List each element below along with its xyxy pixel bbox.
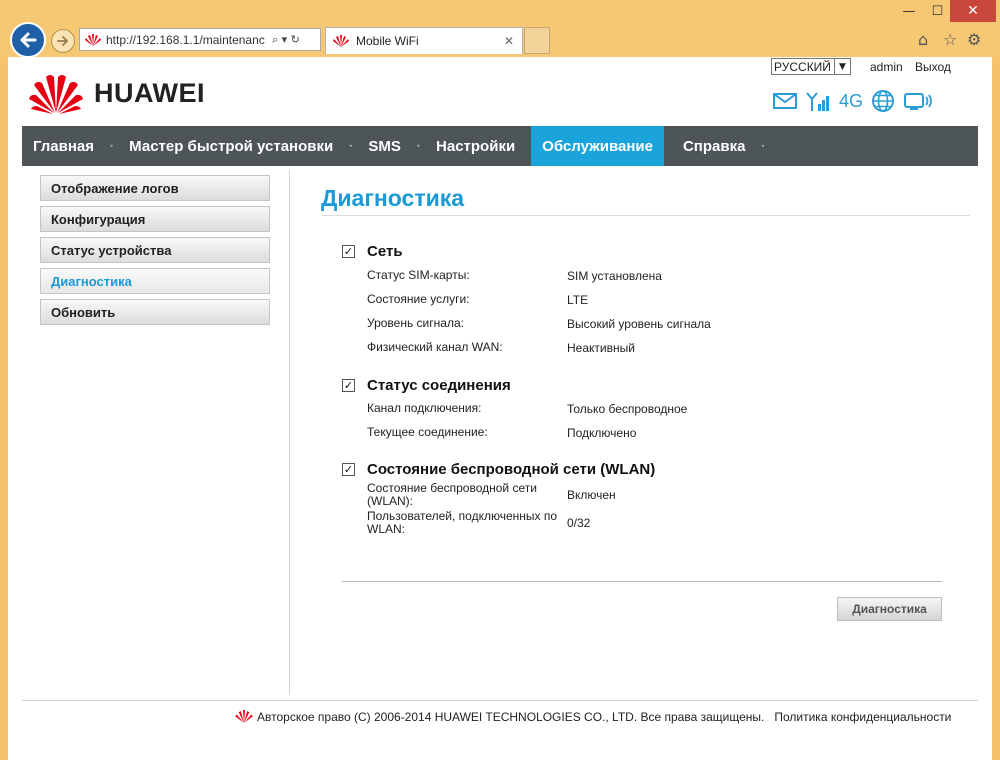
page: HUAWEI РУССКИЙ ▼ admin Выход 4G Главная … xyxy=(8,57,992,760)
nav-home[interactable]: Главная xyxy=(22,126,105,166)
huawei-favicon-icon xyxy=(333,35,349,47)
sidebar-divider xyxy=(289,170,290,695)
title-divider xyxy=(321,215,970,216)
signal-strength-icon xyxy=(806,92,829,111)
wlan-section: ✓ Состояние беспроводной сети (WLAN) xyxy=(342,459,655,479)
settings-gear-icon[interactable]: ⚙ xyxy=(967,30,981,49)
network-checkbox[interactable]: ✓ xyxy=(342,244,355,258)
arrow-left-icon xyxy=(20,32,37,48)
maximize-button[interactable]: ☐ xyxy=(925,0,950,22)
new-tab-button[interactable] xyxy=(524,27,550,54)
nav-settings[interactable]: Настройки xyxy=(425,126,526,166)
section-title: Состояние беспроводной сети (WLAN) xyxy=(367,460,656,478)
logout-link[interactable]: Выход xyxy=(915,60,951,74)
wifi-device-icon xyxy=(904,93,932,110)
sidebar-item-configuration[interactable]: Конфигурация xyxy=(40,206,270,232)
address-controls-icon[interactable]: ⌕ ▾ ↻ xyxy=(272,33,300,47)
main-nav: Главная • Мастер быстрой установки • SMS… xyxy=(22,126,978,166)
footer: Авторское право (C) 2006-2014 HUAWEI TEC… xyxy=(234,709,951,724)
home-icon[interactable]: ⌂ xyxy=(918,30,928,49)
sidebar-item-logs[interactable]: Отображение логов xyxy=(40,175,270,201)
language-value: РУССКИЙ xyxy=(774,59,831,74)
sidebar: Отображение логов Конфигурация Статус ус… xyxy=(40,175,270,330)
sidebar-item-update[interactable]: Обновить xyxy=(40,299,270,325)
sidebar-item-diagnostics[interactable]: Диагностика xyxy=(40,268,270,294)
nav-separator: • xyxy=(761,141,765,151)
arrow-right-icon xyxy=(57,36,68,46)
page-title: Диагностика xyxy=(321,185,465,211)
brand-wordmark: HUAWEI xyxy=(94,77,205,108)
connection-section: ✓ Статус соединения xyxy=(342,375,511,395)
browser-chrome: — ☐ ✕ http://192.168.1.1/maintenanc ⌕ ▾ … xyxy=(0,0,1000,58)
mail-icon[interactable] xyxy=(773,92,797,110)
huawei-logo: HUAWEI xyxy=(28,71,205,115)
nav-help[interactable]: Справка xyxy=(672,126,756,166)
url-text[interactable]: http://192.168.1.1/maintenanc xyxy=(106,33,266,47)
nav-separator: • xyxy=(349,141,353,151)
language-select[interactable]: РУССКИЙ ▼ xyxy=(771,58,851,75)
chevron-down-icon: ▼ xyxy=(834,59,850,74)
back-button[interactable] xyxy=(10,22,46,58)
sidebar-item-device-status[interactable]: Статус устройства xyxy=(40,237,270,263)
section-title: Сеть xyxy=(367,242,403,260)
main-content: Диагностика ✓ Сеть Статус SIM-карты: SIM… xyxy=(321,185,971,621)
username-label: admin xyxy=(870,60,903,74)
network-type-label: 4G xyxy=(839,90,864,111)
huawei-flower-icon xyxy=(235,710,253,723)
network-section: ✓ Сеть xyxy=(342,241,403,261)
tab-title: Mobile WiFi xyxy=(356,34,419,48)
nav-sms[interactable]: SMS xyxy=(357,126,412,166)
forward-button[interactable] xyxy=(51,29,75,53)
nav-maintenance[interactable]: Обслуживание xyxy=(531,126,664,166)
huawei-flower-icon xyxy=(29,75,83,114)
minimize-button[interactable]: — xyxy=(893,0,925,22)
huawei-favicon-icon xyxy=(85,33,101,46)
section-title: Статус соединения xyxy=(367,376,511,394)
favorites-star-icon[interactable]: ☆ xyxy=(943,30,957,49)
footer-divider xyxy=(22,700,978,701)
status-icons: 4G xyxy=(773,89,933,113)
close-tab-icon[interactable]: ✕ xyxy=(504,34,514,48)
nav-quick-setup[interactable]: Мастер быстрой установки xyxy=(118,126,344,166)
browser-tab[interactable]: Mobile WiFi ✕ xyxy=(325,27,523,54)
bottom-divider xyxy=(342,581,942,582)
connection-checkbox[interactable]: ✓ xyxy=(342,378,355,392)
address-bar[interactable]: http://192.168.1.1/maintenanc ⌕ ▾ ↻ xyxy=(79,28,321,51)
close-window-button[interactable]: ✕ xyxy=(950,0,996,22)
wlan-checkbox[interactable]: ✓ xyxy=(342,462,355,476)
nav-separator: • xyxy=(416,141,421,151)
diagnostics-button[interactable]: Диагностика xyxy=(837,597,942,621)
globe-icon xyxy=(872,90,895,112)
nav-separator: • xyxy=(110,141,114,151)
copyright-text: Авторское право (C) 2006-2014 HUAWEI TEC… xyxy=(257,709,765,724)
privacy-policy-link[interactable]: Политика конфиденциальности xyxy=(774,710,951,724)
